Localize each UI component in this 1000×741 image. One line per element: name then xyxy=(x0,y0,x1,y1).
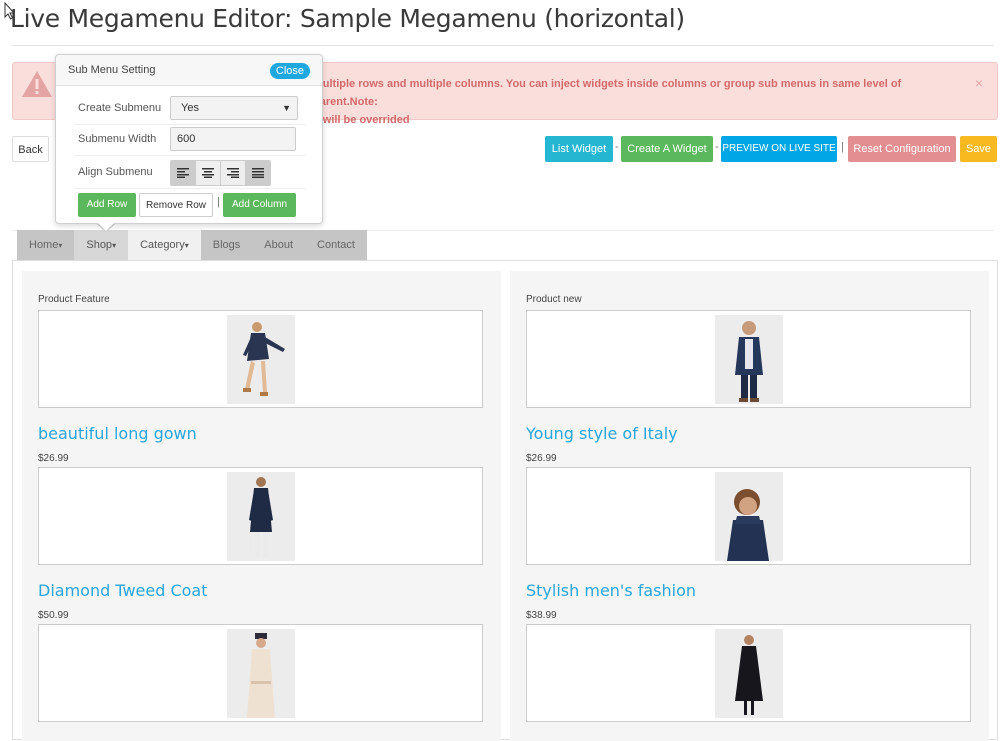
menu-item-shop[interactable]: Shop▾ xyxy=(74,230,129,260)
toolbar-separator: | xyxy=(841,141,844,153)
menu-item-label: Home xyxy=(29,239,59,251)
product-name-link[interactable]: Diamond Tweed Coat xyxy=(38,581,208,600)
menu-item-home[interactable]: Home▾ xyxy=(17,230,75,260)
toolbar-separator: - xyxy=(715,141,719,153)
preview-live-site-button[interactable]: PREVIEW ON LIVE SITE xyxy=(721,136,837,162)
alert-text-line: multiple rows and multiple columns. You … xyxy=(313,78,902,126)
product-name-link[interactable]: Stylish men's fashion xyxy=(526,581,696,600)
product-image-box[interactable] xyxy=(526,467,971,565)
list-widget-button[interactable]: List Widget xyxy=(545,136,613,162)
caret-down-icon: ▾ xyxy=(184,241,189,250)
column-title: Product new xyxy=(526,294,582,305)
product-name-link[interactable]: beautiful long gown xyxy=(38,424,197,443)
align-right-icon xyxy=(227,168,239,178)
menu-item-category[interactable]: Category▾ xyxy=(128,230,201,260)
menu-item-label: Category xyxy=(140,239,185,251)
align-justify-icon xyxy=(252,168,264,178)
title-divider xyxy=(12,45,994,46)
create-submenu-row: Create Submenu Yes ▼ xyxy=(74,94,306,125)
product-image xyxy=(227,472,295,561)
back-button[interactable]: Back xyxy=(12,136,49,162)
align-justify-button[interactable] xyxy=(246,161,270,185)
megamenu-bar: Home▾ Shop▾ Category▾ Blogs About Contac… xyxy=(17,230,367,260)
align-submenu-label: Align Submenu xyxy=(78,166,153,178)
add-column-button[interactable]: Add Column xyxy=(223,193,296,217)
submenu-setting-popup: Sub Menu Setting Close Create Submenu Ye… xyxy=(55,54,323,224)
menu-item-about[interactable]: About xyxy=(252,230,306,260)
align-left-icon xyxy=(177,168,189,178)
menu-item-label: Blogs xyxy=(212,239,241,251)
create-submenu-select[interactable]: Yes ▼ xyxy=(170,96,298,120)
column-title: Product Feature xyxy=(38,294,110,305)
add-row-button[interactable]: Add Row xyxy=(78,193,136,217)
create-submenu-value: Yes xyxy=(181,102,199,114)
popup-header: Sub Menu Setting Close xyxy=(56,55,322,86)
product-image xyxy=(227,315,295,404)
alert-text: multiple rows and multiple columns. You … xyxy=(313,75,963,129)
caret-down-icon: ▾ xyxy=(58,241,63,250)
product-price: $38.99 xyxy=(526,610,557,621)
save-button[interactable]: Save xyxy=(960,136,997,162)
align-center-icon xyxy=(202,168,214,178)
product-image xyxy=(227,629,295,718)
align-left-button[interactable] xyxy=(171,161,196,185)
product-image xyxy=(715,629,783,718)
submenu-column-left: Product Feature beautiful long gown $26.… xyxy=(22,271,501,741)
menu-item-label: Shop xyxy=(86,239,113,251)
warning-icon xyxy=(22,71,52,97)
remove-row-button[interactable]: Remove Row xyxy=(139,193,213,217)
product-price: $50.99 xyxy=(38,610,69,621)
alert-close-icon[interactable]: × xyxy=(975,75,983,91)
align-submenu-group xyxy=(170,160,271,186)
product-image-box[interactable] xyxy=(38,624,483,722)
create-submenu-label: Create Submenu xyxy=(78,102,162,114)
submenu-width-label: Submenu Width xyxy=(78,133,157,145)
align-center-button[interactable] xyxy=(196,161,221,185)
align-right-button[interactable] xyxy=(221,161,246,185)
popup-close-button[interactable]: Close xyxy=(269,63,310,79)
product-image-box[interactable] xyxy=(38,310,483,408)
submenu-width-row: Submenu Width 600 xyxy=(74,125,306,156)
popup-title: Sub Menu Setting xyxy=(68,64,156,76)
reset-configuration-button[interactable]: Reset Configuration xyxy=(848,136,956,162)
product-price: $26.99 xyxy=(526,453,557,464)
submenu-width-input[interactable]: 600 xyxy=(170,127,296,151)
popup-arrow xyxy=(98,223,114,231)
product-name-link[interactable]: Young style of Italy xyxy=(526,424,678,443)
product-image-box[interactable] xyxy=(38,467,483,565)
product-image xyxy=(715,315,783,404)
menu-item-blogs[interactable]: Blogs xyxy=(200,230,253,260)
page-title: Live Megamenu Editor: Sample Megamenu (h… xyxy=(10,4,685,33)
menu-item-label: About xyxy=(264,239,294,251)
menu-item-label: Contact xyxy=(317,239,355,251)
product-price: $26.99 xyxy=(38,453,69,464)
align-submenu-row: Align Submenu xyxy=(74,158,306,189)
product-image-box[interactable] xyxy=(526,624,971,722)
caret-down-icon: ▾ xyxy=(112,241,117,250)
chevron-down-icon: ▼ xyxy=(282,103,291,113)
submenu-column-right: Product new Young style of Italy $26.99 … xyxy=(510,271,989,741)
menu-item-contact[interactable]: Contact xyxy=(305,230,367,260)
toolbar-separator: - xyxy=(615,141,619,153)
popup-separator: | xyxy=(217,196,220,208)
create-widget-button[interactable]: Create A Widget xyxy=(621,136,713,162)
product-image-box[interactable] xyxy=(526,310,971,408)
product-image xyxy=(715,472,783,561)
